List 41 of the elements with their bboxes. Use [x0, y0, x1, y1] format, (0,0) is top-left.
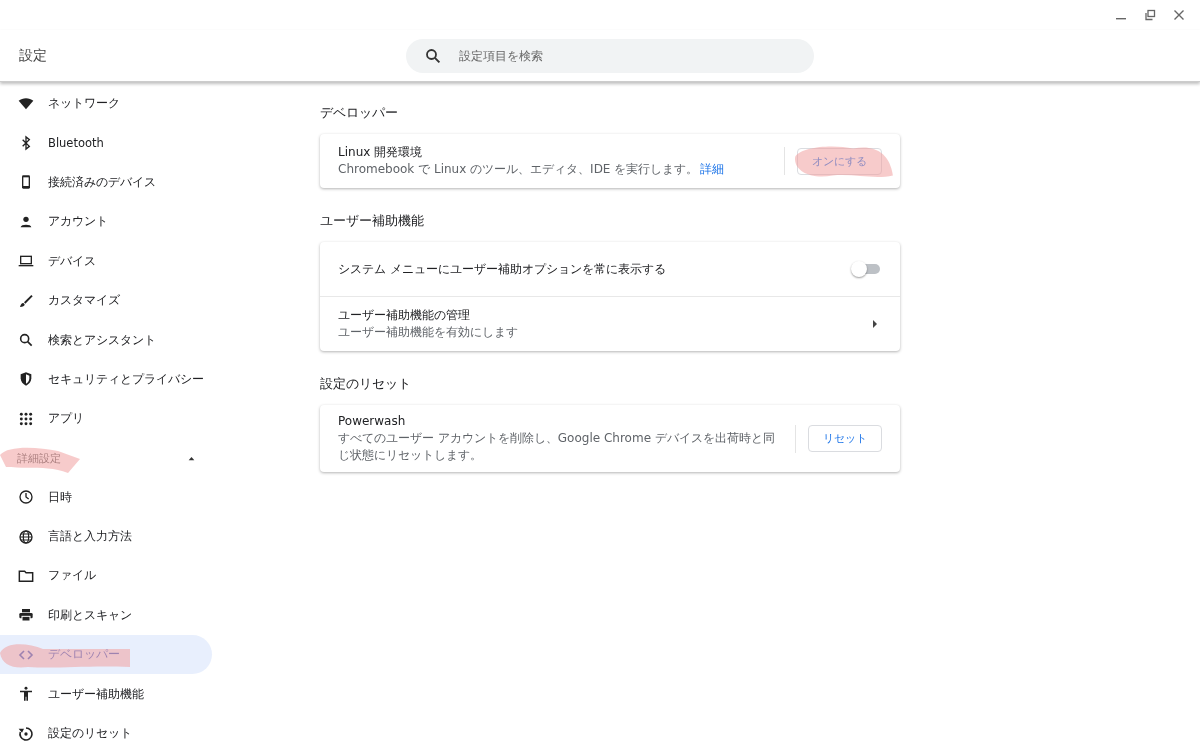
sidebar-item[interactable]: デバイス [0, 241, 212, 281]
sidebar-item[interactable]: カスタマイズ [0, 280, 212, 321]
sidebar-item[interactable]: Bluetooth [0, 123, 212, 163]
sidebar-item[interactable]: アプリ [0, 399, 212, 439]
close-icon[interactable] [1173, 9, 1185, 21]
search-field[interactable]: 設定項目を検索 [406, 38, 814, 73]
setting-description: ユーザー補助機能を有効にします [338, 324, 519, 341]
sidebar-item[interactable]: アカウント [0, 202, 212, 242]
section-title: 設定のリセット [320, 375, 412, 393]
sidebar-item[interactable]: 日時 [0, 477, 212, 517]
sidebar-item[interactable]: 印刷とスキャン [0, 595, 212, 636]
brush-icon [18, 292, 34, 309]
setting-title: Linux 開発環境 [338, 144, 424, 161]
sidebar-item[interactable]: 検索とアシスタント [0, 320, 212, 360]
accessibility-icon [18, 686, 34, 703]
setting-description: Chromebook で Linux のツール、エディタ、IDE を実行します。 詳細 [338, 161, 726, 178]
setting-title: システム メニューにユーザー補助オプションを常に表示する [338, 260, 667, 278]
learn-more-link[interactable]: 詳細 [700, 162, 725, 176]
section-title: ユーザー補助機能 [320, 212, 425, 230]
action-button[interactable]: リセット [808, 425, 882, 452]
toggle-switch[interactable] [854, 264, 880, 274]
setting-title: ユーザー補助機能の管理 [338, 307, 471, 324]
sidebar-item[interactable]: 設定のリセット [0, 713, 212, 750]
chevron-right-icon[interactable] [872, 319, 878, 329]
window-title: 設定 [19, 46, 48, 65]
sidebar-item[interactable]: 接続済みのデバイス [0, 162, 212, 203]
sidebar-item[interactable]: ネットワーク [0, 84, 212, 124]
section-title: デベロッパー [320, 104, 399, 122]
caret-icon [188, 455, 195, 461]
sidebar-item[interactable]: ユーザー補助機能 [0, 674, 212, 714]
setting-title: Powerwash [338, 413, 407, 430]
setting-description: すべてのユーザー アカウントを削除し、Google Chrome デバイスを出荷時と同じ状態にリセットします。 [338, 430, 776, 464]
search-icon [424, 46, 442, 65]
shield-icon [18, 371, 34, 388]
sidebar-item[interactable]: セキュリティとプライバシー [0, 359, 212, 400]
wifi-icon [18, 95, 34, 112]
printer-icon [18, 607, 34, 624]
restore-icon[interactable] [1144, 9, 1156, 21]
grid-icon [18, 410, 34, 427]
sidebar-item[interactable]: ファイル [0, 556, 212, 596]
sidebar-item[interactable]: 言語と入力方法 [0, 516, 212, 557]
